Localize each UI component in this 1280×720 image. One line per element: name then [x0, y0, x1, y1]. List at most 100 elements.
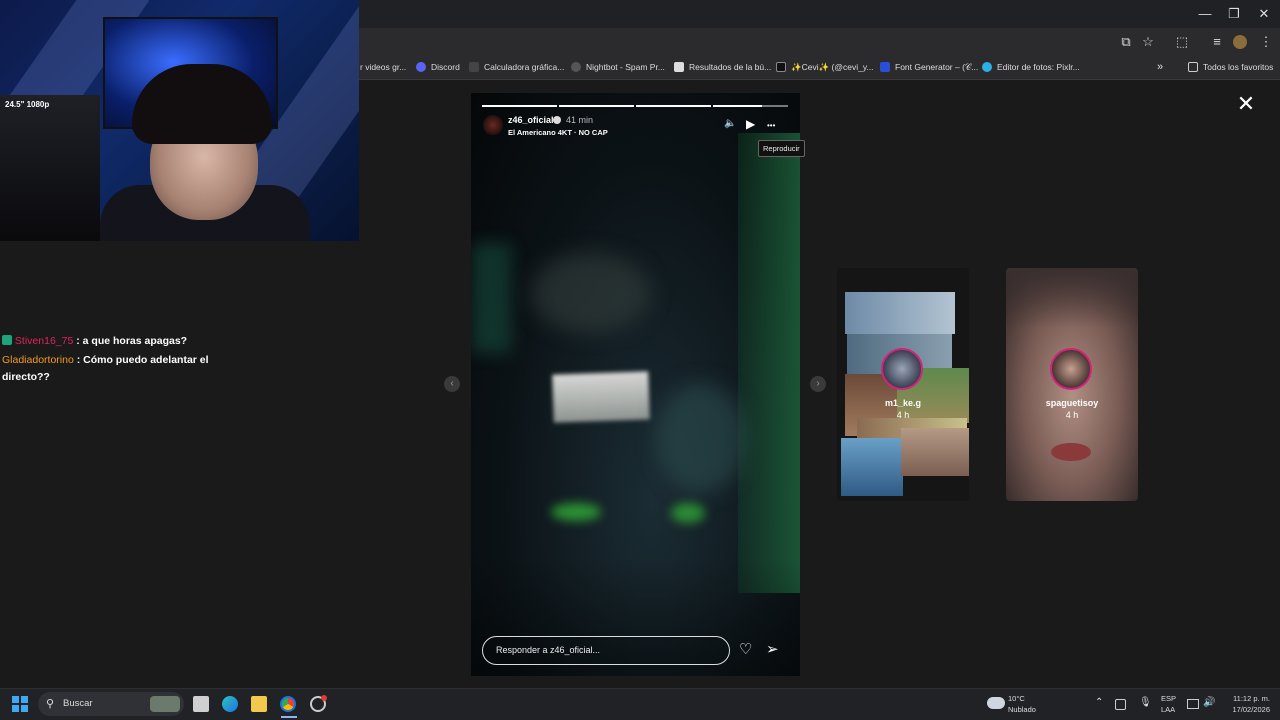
task-view-icon[interactable]	[193, 696, 209, 712]
search-icon: ⚲	[46, 698, 55, 710]
windows-logo-icon	[12, 705, 19, 712]
windows-logo-icon	[21, 705, 28, 712]
bookmark-item[interactable]: Discord	[416, 58, 460, 76]
story-avatar[interactable]	[483, 115, 503, 135]
microphone-icon[interactable]: 🎙	[1139, 698, 1152, 708]
chat-message: Stiven16_75 : a que horas apagas?	[2, 333, 187, 350]
cloud-icon	[987, 697, 1005, 709]
collage-photo	[841, 438, 903, 496]
chat-username[interactable]: Stiven16_75	[15, 335, 73, 347]
network-icon[interactable]	[1187, 699, 1199, 709]
story-progress-segment	[636, 105, 711, 107]
pixlr-icon	[982, 62, 992, 72]
story-backdrop	[471, 243, 511, 353]
story-backdrop	[531, 253, 651, 333]
input-region[interactable]: LAA	[1161, 705, 1175, 715]
send-icon[interactable]: ➢	[766, 641, 779, 659]
profile-avatar[interactable]	[1233, 35, 1247, 49]
screen: — ❐ ✕ ⧉ ☆ ⬚ ≡ ⋮ r videos gr... Discord C…	[0, 0, 1280, 720]
play-icon[interactable]: ▶	[746, 117, 755, 131]
chat-badge-icon	[2, 335, 12, 345]
windows-logo-icon	[21, 696, 28, 703]
volume-icon[interactable]: 🔊	[1203, 698, 1215, 708]
windows-logo-icon	[12, 696, 19, 703]
side-story-time: 4 h	[896, 410, 910, 420]
chat-username[interactable]: Gladiadortorino	[2, 354, 74, 366]
prev-story-button[interactable]: ‹	[444, 376, 460, 392]
tray-app-icon[interactable]	[1115, 699, 1126, 710]
clock-date[interactable]: 17/02/2026	[1226, 705, 1270, 715]
side-story[interactable]: spaguetisoy 4 h	[1006, 268, 1138, 501]
story-song[interactable]: El Americano 4KT · NO CAP	[508, 128, 608, 137]
calculator-icon	[469, 62, 479, 72]
all-bookmarks-button[interactable]: Todos los favoritos	[1188, 58, 1273, 76]
bookmark-item[interactable]: Font Generator – (𝒞...	[880, 58, 978, 76]
story-viewer[interactable]: z46_oficial 41 min El Americano 4KT · NO…	[471, 93, 800, 676]
side-story-time: 4 h	[1065, 410, 1079, 420]
cast-icon[interactable]: ⧉	[1117, 33, 1135, 51]
tray-chevron-icon[interactable]: ⌃	[1095, 698, 1103, 708]
browser-menu-icon[interactable]: ⋮	[1257, 33, 1275, 51]
collage-photo	[901, 428, 969, 476]
side-story-avatar[interactable]	[881, 348, 923, 390]
taskbar-search[interactable]: ⚲ Buscar	[38, 692, 184, 716]
bookmark-item[interactable]: Editor de fotos: Pixlr...	[982, 58, 1080, 76]
side-story-avatar[interactable]	[1050, 348, 1092, 390]
side-story-name[interactable]: m1_ke.g	[837, 398, 969, 408]
bookmark-item[interactable]: Calculadora gráfica...	[469, 58, 564, 76]
story-progress-segment	[713, 105, 788, 107]
side-story-name[interactable]: spaguetisoy	[1006, 398, 1138, 408]
weather-temp[interactable]: 10°C	[1008, 694, 1025, 704]
bookmark-item[interactable]: ✨Cevi✨ (@cevi_y...	[776, 58, 874, 76]
story-glow	[671, 503, 705, 523]
bookmark-star-icon[interactable]: ☆	[1139, 33, 1157, 51]
search-highlight-image	[150, 696, 180, 712]
tiktok-icon	[776, 62, 786, 72]
more-options-icon[interactable]: •••	[767, 119, 775, 133]
story-progress-segment	[482, 105, 557, 107]
extensions-icon[interactable]: ⬚	[1173, 33, 1191, 51]
start-button[interactable]	[12, 696, 28, 712]
like-icon[interactable]: ♡	[739, 641, 752, 659]
input-language[interactable]: ESP	[1161, 694, 1176, 704]
story-glow	[551, 503, 601, 521]
bookmarks-overflow-button[interactable]: »	[1157, 58, 1163, 76]
notification-dot	[321, 695, 327, 701]
story-backdrop	[738, 133, 800, 593]
file-explorer-icon[interactable]	[251, 696, 267, 712]
side-story-photo	[1051, 443, 1091, 461]
verified-badge-icon	[553, 116, 561, 124]
taskbar	[0, 688, 1280, 720]
next-story-button[interactable]: ›	[810, 376, 826, 392]
close-viewer-button[interactable]: ✕	[1234, 92, 1258, 116]
collage-photo	[845, 292, 955, 334]
font-generator-icon	[880, 62, 890, 72]
bookmark-item[interactable]: Nightbot - Spam Pr...	[571, 58, 665, 76]
bookmark-item[interactable]: r videos gr...	[360, 58, 406, 76]
close-window-button[interactable]: ✕	[1249, 4, 1279, 24]
search-label: Buscar	[63, 698, 93, 709]
media-control-icon[interactable]: ≡	[1208, 33, 1226, 51]
story-backdrop	[656, 383, 746, 493]
story-progress-segment	[559, 105, 634, 107]
reply-input[interactable]: Responder a z46_oficial...	[482, 636, 730, 665]
active-app-indicator	[281, 716, 297, 718]
minimize-button[interactable]: —	[1190, 4, 1220, 24]
monitor-box	[0, 95, 100, 241]
story-screen-light	[552, 371, 650, 423]
side-story[interactable]: m1_ke.g 4 h	[837, 268, 969, 501]
chrome-icon[interactable]	[280, 696, 296, 712]
weather-desc[interactable]: Nublado	[1008, 705, 1036, 715]
chat-message: Gladiadortorino : Cómo puedo adelantar e…	[2, 352, 217, 386]
story-time: 41 min	[566, 115, 594, 125]
bookmark-item[interactable]: Resultados de la bú...	[674, 58, 771, 76]
folder-icon	[1188, 62, 1198, 72]
side-story-photo	[1006, 268, 1138, 328]
clock-time[interactable]: 11:12 p. m.	[1226, 694, 1270, 704]
chat-text: : a que horas apagas?	[73, 335, 188, 347]
story-username[interactable]: z46_oficial	[508, 115, 554, 125]
mute-icon[interactable]: 🔈	[724, 117, 736, 131]
edge-icon[interactable]	[222, 696, 238, 712]
maximize-button[interactable]: ❐	[1219, 4, 1249, 24]
play-tooltip: Reproducir	[758, 140, 805, 157]
